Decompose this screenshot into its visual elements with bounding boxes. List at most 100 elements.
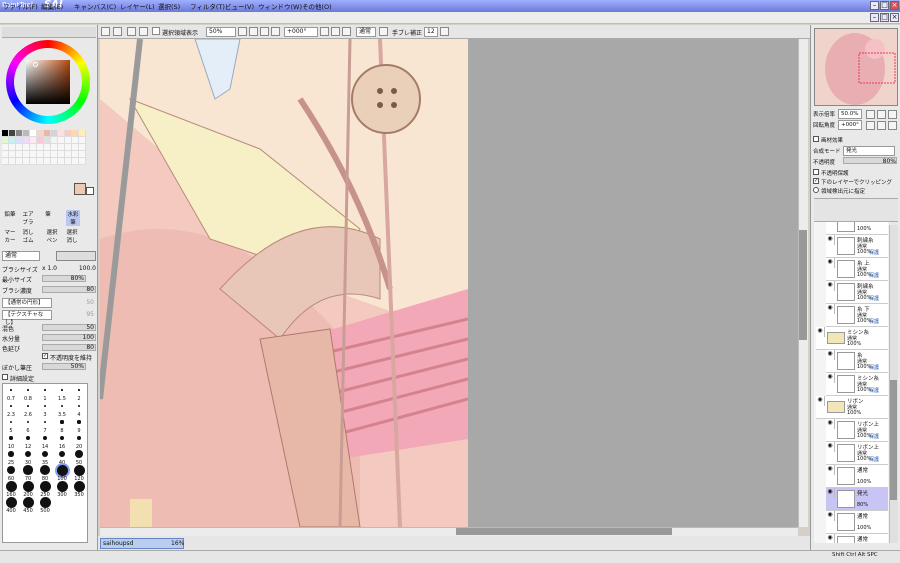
palette-swatch[interactable] <box>65 151 72 158</box>
layer-row[interactable]: ◉ 刺繍糸 通常 100% 保護 <box>826 235 888 258</box>
menu-filter[interactable]: フィルタ(T) <box>190 1 225 11</box>
canvas-vertical-scroll-thumb[interactable] <box>799 230 807 340</box>
drawing-canvas[interactable] <box>100 39 468 527</box>
eye-icon[interactable]: ◉ <box>826 511 835 521</box>
brush-size-presets[interactable]: 0.7 0.8 1 1.5 2 2.3 2.6 3 3.5 4 5 6 7 8 9 10 12 14 16 20 25 3… <box>2 383 88 543</box>
palette-swatch[interactable] <box>58 144 65 151</box>
brush-size-dot[interactable] <box>60 404 64 408</box>
brush-size-dot[interactable] <box>23 465 33 475</box>
menu-layer[interactable]: レイヤー(L) <box>120 1 155 11</box>
eye-icon[interactable]: ◉ <box>826 419 835 429</box>
tool-eraser[interactable]: 消しゴム <box>21 228 35 244</box>
brush-size-value[interactable]: 100.0 <box>70 265 96 272</box>
brush-size-dot[interactable] <box>10 389 12 391</box>
palette-swatch[interactable] <box>23 144 30 151</box>
brush-size-dot[interactable] <box>26 420 30 424</box>
zoom-fit-button[interactable] <box>271 27 280 36</box>
layer-list[interactable]: ◉ 通常 100% ◉刺繍糸通常100%保護◉糸 上通常100%保護◉刺繍糸通常100… <box>814 222 889 543</box>
palette-swatch[interactable] <box>23 151 30 158</box>
palette-swatch[interactable] <box>72 158 79 165</box>
brush-size-dot[interactable] <box>61 389 63 391</box>
brush-texture-select[interactable]: 【テクスチャなし】 <box>2 310 52 326</box>
palette-swatch[interactable] <box>23 130 30 137</box>
eye-icon[interactable]: ◉ <box>826 235 835 245</box>
palette-swatch[interactable] <box>23 158 30 165</box>
swatch-palette[interactable] <box>2 130 88 178</box>
canvas-horizontal-scroll-thumb[interactable] <box>456 528 672 535</box>
zoom-field[interactable]: 50% <box>206 27 236 37</box>
eye-icon[interactable]: ◉ <box>826 373 835 383</box>
nav-zoom-out-button[interactable] <box>866 110 875 119</box>
menu-file[interactable]: ファイル(F) <box>3 1 38 11</box>
layer-row[interactable]: ◉ 糸 下通常 100% 保護 <box>826 304 888 327</box>
layer-row[interactable]: ◉通常100% <box>826 465 888 488</box>
blend-mode-select[interactable]: 発光 <box>843 146 895 156</box>
eye-icon[interactable]: ◉ <box>816 327 825 337</box>
palette-swatch[interactable] <box>58 137 65 144</box>
palette-swatch[interactable] <box>44 137 51 144</box>
palette-swatch[interactable] <box>51 130 58 137</box>
nav-zoom-field[interactable]: 50.0% <box>838 109 862 119</box>
palette-swatch[interactable] <box>2 158 9 165</box>
brush-size-dot[interactable] <box>60 420 64 424</box>
view-mode-select[interactable]: 通常 <box>356 27 376 37</box>
brush-size-dot[interactable] <box>58 450 66 458</box>
palette-swatch[interactable] <box>79 137 86 144</box>
brush-size-dot[interactable] <box>6 465 16 475</box>
brush-size-dot[interactable] <box>39 496 51 508</box>
tool-airbrush[interactable]: エアブラ <box>21 210 35 226</box>
keep-opacity-checkbox[interactable]: ✓ <box>42 353 48 359</box>
palette-swatch[interactable] <box>16 144 23 151</box>
eye-icon[interactable]: ◉ <box>826 442 835 452</box>
brush-size-dot[interactable] <box>22 480 34 492</box>
tool-watercolor[interactable]: 水彩筆 <box>66 210 80 226</box>
palette-swatch[interactable] <box>9 130 16 137</box>
palette-swatch[interactable] <box>65 158 72 165</box>
brush-size-dot[interactable] <box>5 480 17 492</box>
palette-swatch[interactable] <box>65 130 72 137</box>
layer-row[interactable]: ◉通常100% <box>826 534 888 543</box>
palette-swatch[interactable] <box>2 137 9 144</box>
layer-row[interactable]: ◉ 糸 上通常 100% 保護 <box>826 258 888 281</box>
brush-size-dot[interactable] <box>9 436 13 440</box>
brush-size-dot[interactable] <box>39 480 51 492</box>
brush-size-dot[interactable] <box>75 450 83 458</box>
selection-show-checkbox[interactable] <box>152 27 160 35</box>
palette-swatch[interactable] <box>9 137 16 144</box>
palette-swatch[interactable] <box>23 137 30 144</box>
palette-swatch[interactable] <box>2 151 9 158</box>
palette-swatch[interactable] <box>37 130 44 137</box>
doc-close-button[interactable]: × <box>890 13 899 22</box>
palette-swatch[interactable] <box>58 130 65 137</box>
palette-swatch[interactable] <box>9 151 16 158</box>
zoom-reset-button[interactable] <box>260 27 269 36</box>
palette-swatch[interactable] <box>44 130 51 137</box>
tool-select-pen[interactable]: 選択ペン <box>45 228 59 244</box>
advanced-toggle[interactable] <box>2 374 8 380</box>
color-square[interactable] <box>26 60 70 104</box>
brush-size-dot[interactable] <box>77 404 81 408</box>
brush-mode-select[interactable]: 通常 <box>2 251 40 261</box>
brush-size-dot[interactable] <box>77 420 81 424</box>
brush-size-dot[interactable] <box>78 389 80 391</box>
tool-marker[interactable]: マーカー <box>3 228 17 244</box>
palette-swatch[interactable] <box>79 158 86 165</box>
palette-swatch[interactable] <box>44 158 51 165</box>
palette-swatch[interactable] <box>9 144 16 151</box>
layer-folder-row[interactable]: ◉ ミシン糸 通常 100% <box>816 327 888 350</box>
brush-texture-strength[interactable]: 95 <box>70 311 94 318</box>
palette-swatch[interactable] <box>9 158 16 165</box>
palette-swatch[interactable] <box>37 158 44 165</box>
menu-select[interactable]: 選択(S) <box>158 1 180 11</box>
layer-folder-row[interactable]: ◉ リボン 通常 100% <box>816 396 888 419</box>
brush-size-dot[interactable] <box>10 405 12 407</box>
palette-swatch[interactable] <box>37 144 44 151</box>
brush-size-dot[interactable] <box>8 451 14 457</box>
rotate-right-button[interactable] <box>331 27 340 36</box>
palette-swatch[interactable] <box>16 130 23 137</box>
palette-swatch[interactable] <box>79 144 86 151</box>
eye-icon[interactable]: ◉ <box>816 396 825 406</box>
brush-size-dot[interactable] <box>27 405 29 407</box>
palette-swatch[interactable] <box>30 158 37 165</box>
palette-swatch[interactable] <box>30 137 37 144</box>
